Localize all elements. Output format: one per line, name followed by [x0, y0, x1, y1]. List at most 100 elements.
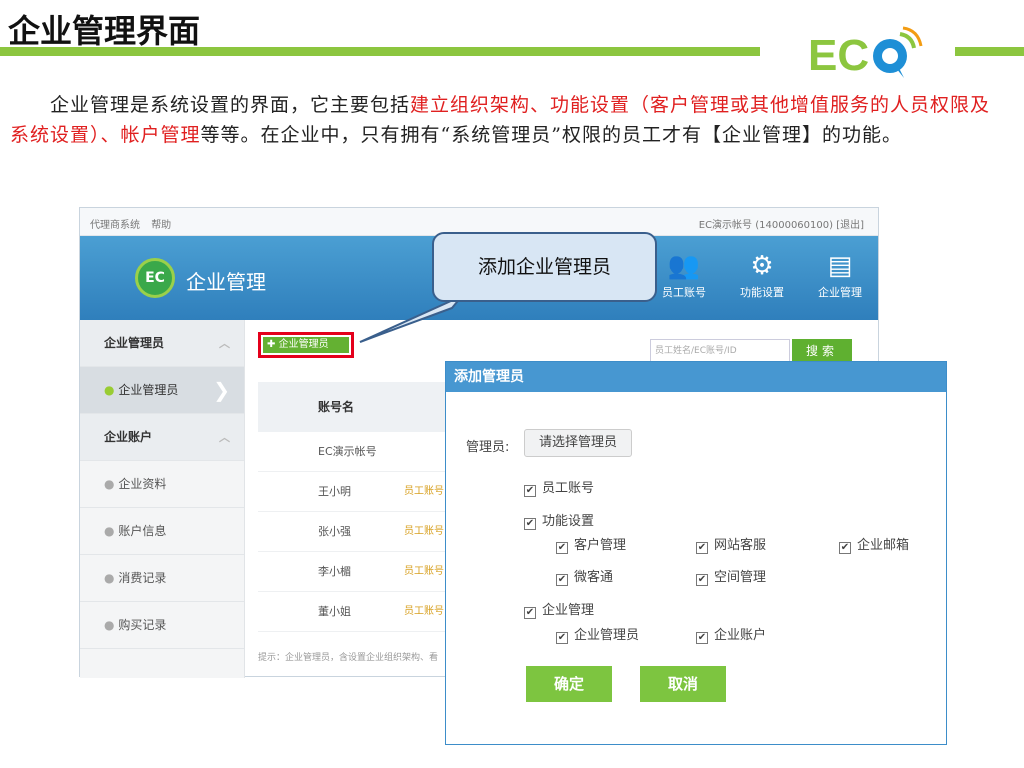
checkbox-enterprise-mgmt[interactable]: ✔ 企业管理	[524, 599, 594, 619]
cancel-button[interactable]: 取消	[640, 666, 726, 702]
check-icon: ✔	[696, 632, 708, 644]
check-icon: ✔	[556, 542, 568, 554]
svg-text:EC: EC	[808, 31, 869, 80]
checkbox-label: 微客通	[574, 570, 614, 585]
admin-label: 管理员:	[466, 440, 510, 455]
check-icon: ✔	[839, 542, 851, 554]
row-name: 董小姐	[318, 605, 351, 618]
checkbox-space-mgmt[interactable]: ✔ 空间管理	[696, 566, 766, 586]
sidebar-label: 企业管理员	[104, 336, 165, 350]
slide-title: 企业管理界面	[8, 12, 201, 50]
table-row[interactable]: 张小强 员工账号	[258, 512, 458, 552]
sidebar-group-admin[interactable]: 企业管理员 ︿	[80, 320, 244, 367]
brand-logo: EC	[135, 258, 175, 298]
checkbox-label: 企业管理员	[574, 628, 640, 643]
row-tag: 员工账号	[404, 486, 444, 497]
add-admin-button-inner[interactable]: ✚ 企业管理员	[263, 337, 349, 353]
row-tag: 员工账号	[404, 606, 444, 617]
check-icon: ✔	[524, 485, 536, 497]
table-row[interactable]: 董小姐 员工账号	[258, 592, 458, 632]
sidebar-item-company-info[interactable]: ● 企业资料	[80, 461, 244, 508]
row-tag: 员工账号	[404, 526, 444, 537]
checkbox-function-settings[interactable]: ✔ 功能设置	[524, 510, 594, 530]
agent-system-link[interactable]: 代理商系统	[90, 220, 140, 231]
brand-title: 企业管理	[186, 270, 266, 294]
nav-employee-account[interactable]: 👥 员工账号	[652, 248, 716, 300]
table-header: 账号名	[258, 382, 458, 432]
checkbox-enterprise-admin[interactable]: ✔ 企业管理员	[556, 624, 639, 644]
row-name: 王小明	[318, 485, 351, 498]
sidebar-item-purchase[interactable]: ● 购买记录	[80, 602, 244, 649]
checkbox-label: 企业管理	[542, 603, 595, 618]
add-admin-label: 企业管理员	[278, 339, 329, 350]
confirm-button[interactable]: 确定	[526, 666, 612, 702]
nav-label: 企业管理	[818, 286, 862, 299]
nav-label: 员工账号	[662, 286, 706, 299]
chevron-right-icon: ❯	[213, 378, 230, 402]
check-icon: ✔	[696, 542, 708, 554]
search-input[interactable]: 员工姓名/EC账号/ID	[650, 339, 790, 363]
sidebar-label: 消费记录	[118, 571, 167, 585]
title-underline-right	[955, 47, 1024, 56]
sidebar-item-account-info[interactable]: ● 账户信息	[80, 508, 244, 555]
checkbox-label: 功能设置	[542, 514, 595, 529]
add-admin-button[interactable]: ✚ 企业管理员	[258, 332, 354, 358]
nav-function-settings[interactable]: ⚙ 功能设置	[730, 248, 794, 300]
account-info[interactable]: EC演示帐号 (14000060100) [退出]	[699, 216, 864, 231]
admin-select[interactable]: 请选择管理员	[524, 429, 632, 457]
check-icon: ✔	[556, 574, 568, 586]
users-icon: 👥	[667, 251, 701, 281]
row-name: 张小强	[318, 525, 351, 538]
dot-icon: ●	[104, 477, 115, 491]
dialog-title: 添加管理员	[446, 362, 946, 392]
row-tag: 员工账号	[404, 566, 444, 577]
dot-icon: ●	[104, 383, 115, 397]
collapse-icon: ︿	[219, 337, 230, 350]
title-underline	[0, 47, 760, 56]
checkbox-web-service[interactable]: ✔ 网站客服	[696, 534, 766, 554]
check-icon: ✔	[556, 632, 568, 644]
sidebar-item-admin[interactable]: ● 企业管理员 ❯	[80, 367, 244, 414]
sidebar-label: 企业资料	[118, 477, 167, 491]
intro-paragraph: 企业管理是系统设置的界面，它主要包括建立组织架构、功能设置（客户管理或其他增值服…	[10, 90, 1010, 150]
nav-enterprise-management[interactable]: ▤ 企业管理	[808, 248, 872, 300]
dot-icon: ●	[104, 618, 115, 632]
checkbox-weiketong[interactable]: ✔ 微客通	[556, 566, 613, 586]
table-row[interactable]: 王小明 员工账号	[258, 472, 458, 512]
row-name: 李小楣	[318, 565, 351, 578]
checkbox-label: 客户管理	[574, 538, 627, 553]
checkbox-enterprise-mail[interactable]: ✔ 企业邮箱	[839, 534, 909, 554]
intro-text-2: 等等。在企业中，只有拥有“系统管理员”权限的员工才有【企业管理】的功能。	[200, 124, 902, 146]
sidebar-label: 企业管理员	[118, 383, 179, 397]
search-button[interactable]: 搜索	[792, 339, 852, 363]
check-icon: ✔	[524, 518, 536, 530]
table-row[interactable]: EC演示帐号	[258, 432, 458, 472]
checkbox-label: 网站客服	[714, 538, 767, 553]
checkbox-label: 企业账户	[714, 628, 767, 643]
org-icon: ▤	[827, 251, 853, 281]
checkbox-label: 企业邮箱	[857, 538, 910, 553]
checkbox-label: 员工账号	[542, 481, 595, 496]
dot-icon: ●	[104, 571, 115, 585]
sidebar-group-account[interactable]: 企业账户 ︿	[80, 414, 244, 461]
table-row[interactable]: 李小楣 员工账号	[258, 552, 458, 592]
sidebar-item-consumption[interactable]: ● 消费记录	[80, 555, 244, 602]
row-name: EC演示帐号	[318, 445, 377, 458]
admin-table: 账号名 EC演示帐号 王小明 员工账号 张小强 员工账号 李小楣 员工账号 董小…	[258, 382, 458, 632]
help-link[interactable]: 帮助	[151, 220, 171, 231]
sidebar-label: 企业账户	[104, 430, 153, 444]
intro-text-1: 企业管理是系统设置的界面，它主要包括	[50, 94, 411, 116]
checkbox-employee-account[interactable]: ✔ 员工账号	[524, 477, 594, 497]
check-icon: ✔	[524, 607, 536, 619]
sidebar-label: 账户信息	[118, 524, 167, 538]
dot-icon: ●	[104, 524, 115, 538]
sidebar: 企业管理员 ︿ ● 企业管理员 ❯ 企业账户 ︿ ● 企业资料 ● 账户信息 ●…	[80, 320, 245, 678]
checkbox-customer-mgmt[interactable]: ✔ 客户管理	[556, 534, 626, 554]
collapse-icon: ︿	[219, 431, 230, 444]
eco-logo: EC	[808, 26, 923, 80]
add-admin-dialog: 添加管理员 管理员: 请选择管理员 ✔ 员工账号 ✔ 功能设置 ✔ 客户管理 ✔ 网站客…	[445, 361, 947, 745]
nav-label: 功能设置	[740, 286, 784, 299]
gear-icon: ⚙	[750, 251, 774, 281]
checkbox-label: 空间管理	[714, 570, 767, 585]
checkbox-enterprise-account[interactable]: ✔ 企业账户	[696, 624, 766, 644]
